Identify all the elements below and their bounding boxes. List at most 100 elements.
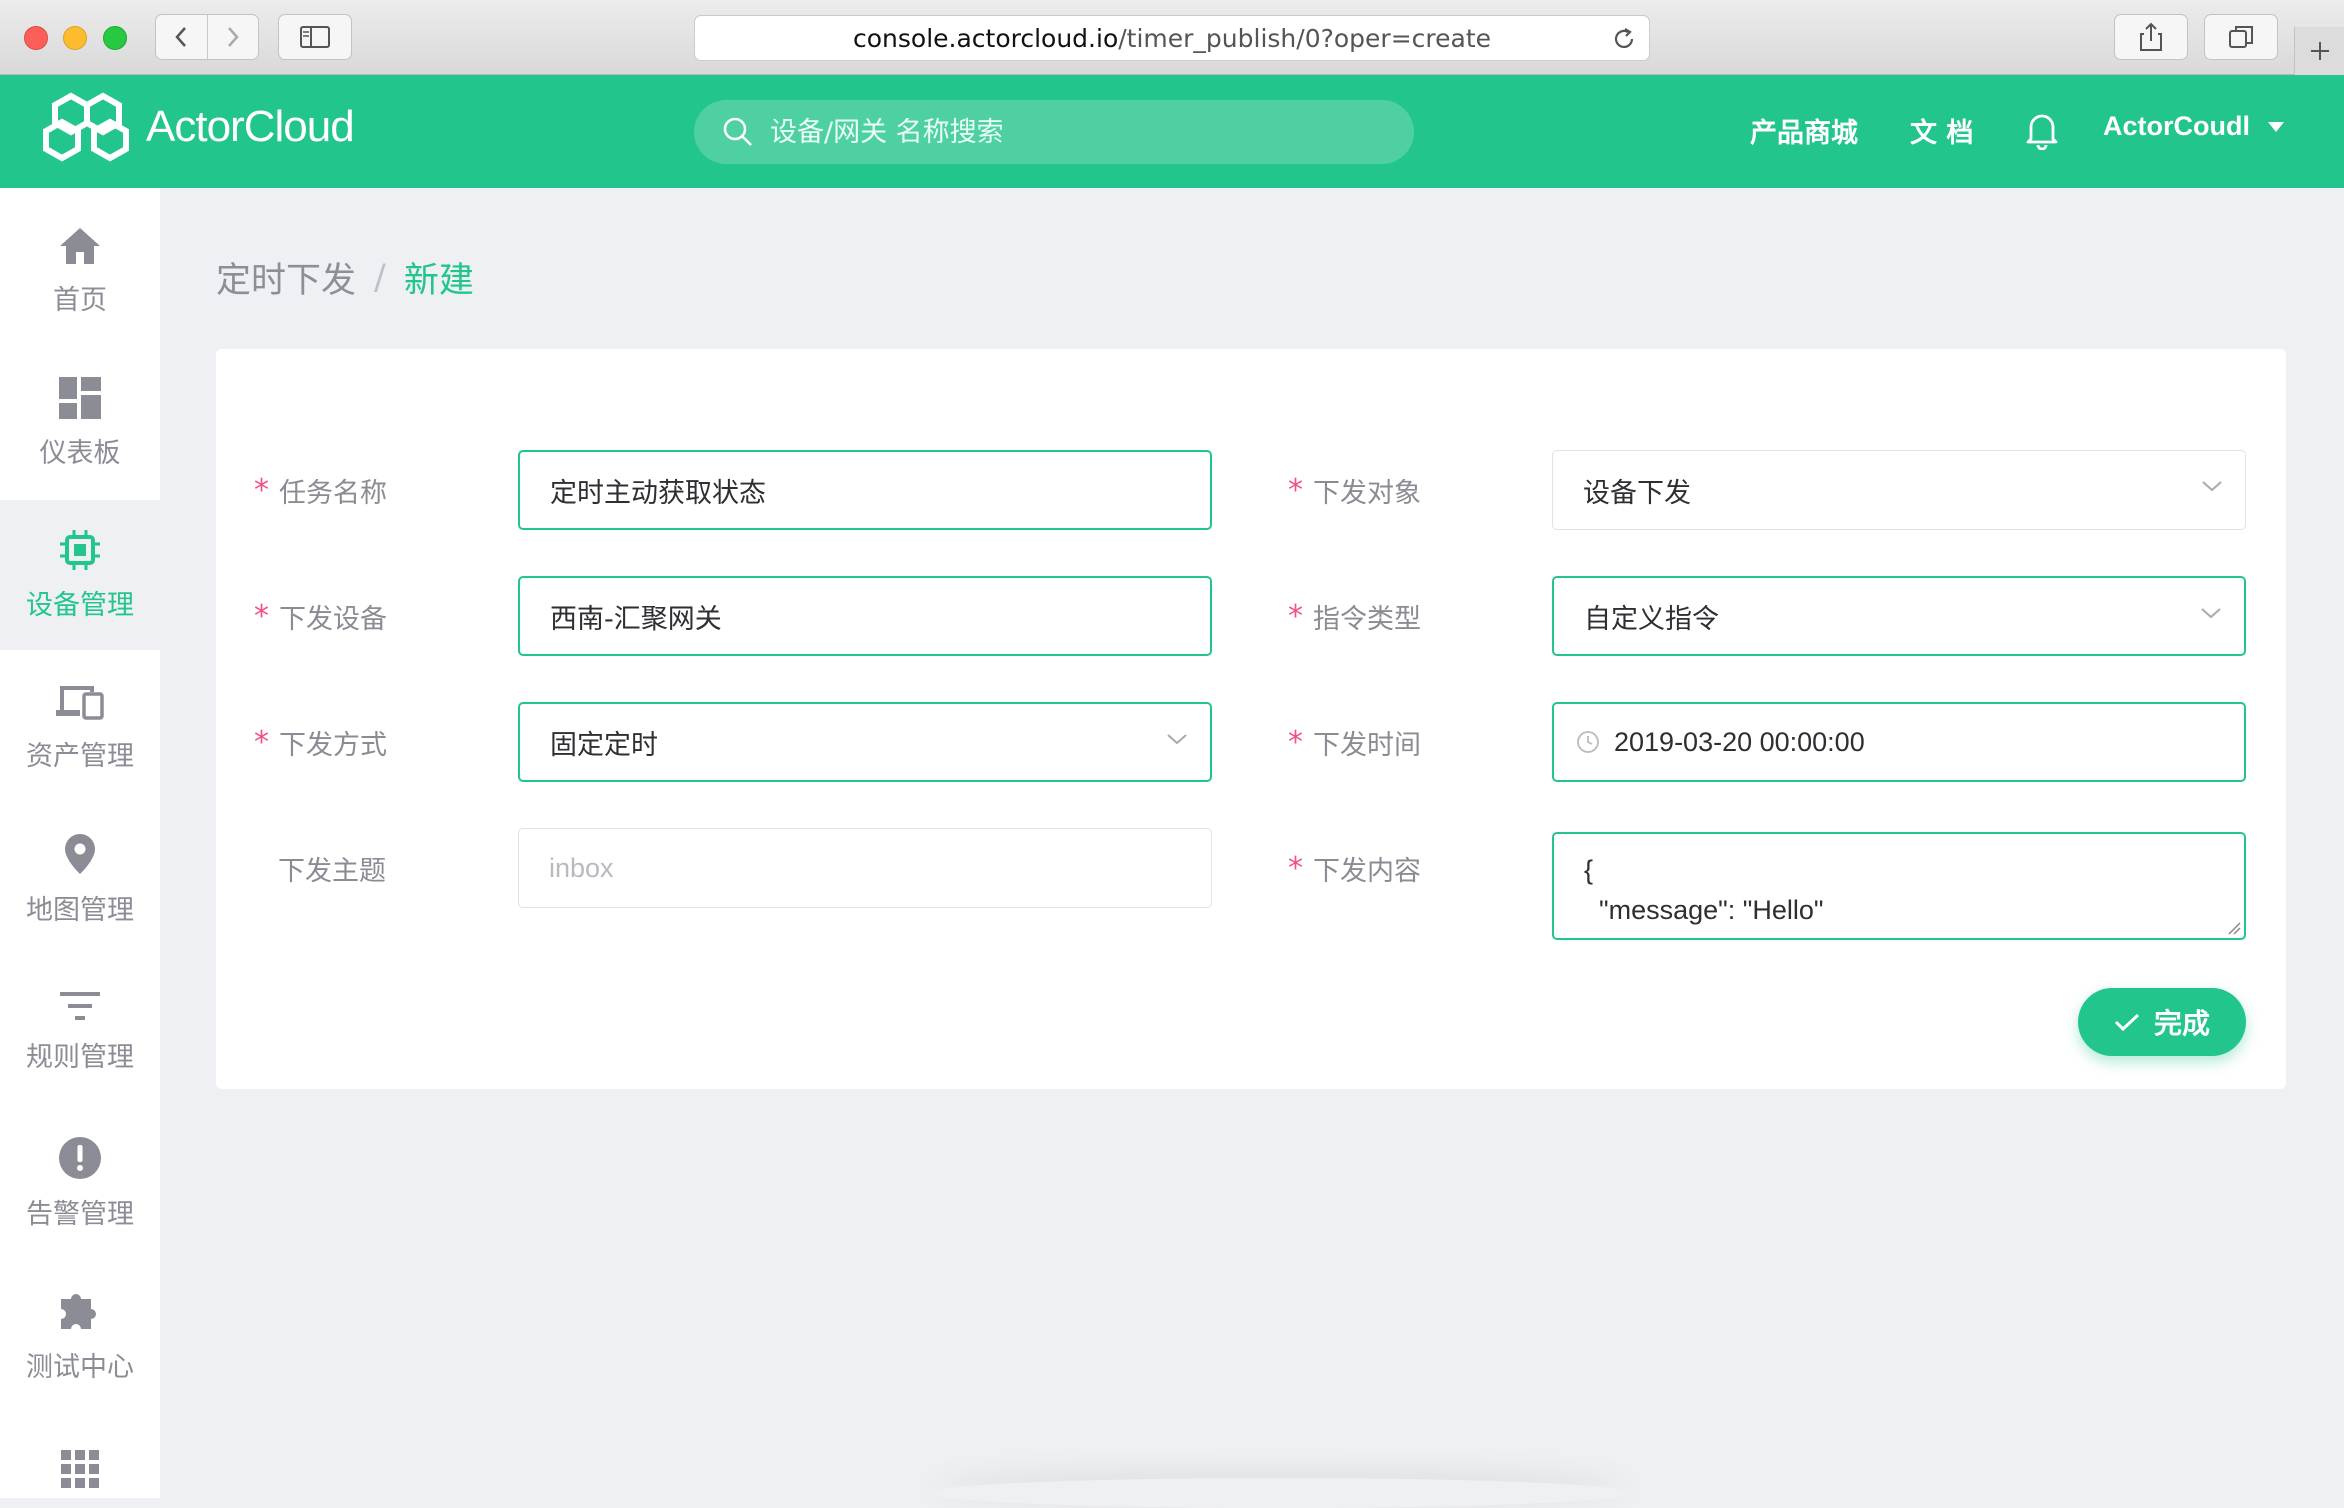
required-mark: *: [254, 598, 269, 634]
resize-handle-icon[interactable]: [2227, 921, 2241, 935]
sidebar-item-label: 规则管理: [26, 1041, 134, 1073]
device-label: * 下发设备: [254, 598, 387, 635]
sidebar-item-map-management[interactable]: 地图管理: [0, 804, 160, 954]
chip-icon: [60, 529, 100, 570]
filter-icon: [60, 991, 100, 1020]
chevron-down-icon: [2202, 481, 2222, 492]
command-type-label: * 指令类型: [1288, 598, 1421, 635]
sidebar-item-label: 地图管理: [26, 894, 134, 926]
tabs-icon: [2229, 26, 2253, 48]
logo-hexagons-icon: [43, 92, 129, 162]
sidebar-item-test-center[interactable]: 测试中心: [0, 1260, 160, 1410]
sidebar-item-home[interactable]: 首页: [0, 196, 160, 346]
breadcrumb: 定时下发 / 新建: [216, 252, 474, 303]
apps-grid-icon: [61, 1450, 99, 1488]
docs-link[interactable]: 文 档: [1910, 111, 1973, 150]
search-input[interactable]: [770, 116, 1370, 148]
required-mark: *: [254, 724, 269, 760]
task-name-label: * 任务名称: [254, 472, 387, 509]
topic-input[interactable]: [549, 852, 1211, 884]
url-host: console.actorcloud.io: [852, 23, 1119, 53]
chevron-left-icon: [175, 27, 187, 47]
device-value: 西南-汇聚网关: [550, 603, 722, 635]
app-header: ActorCloud 产品商城 文 档 ActorCoudl: [0, 75, 2344, 188]
show-tabs-button[interactable]: [2204, 14, 2278, 60]
topic-field[interactable]: [518, 828, 1212, 908]
share-button[interactable]: [2114, 14, 2188, 60]
command-type-value: 自定义指令: [1584, 603, 1719, 635]
back-button[interactable]: [156, 15, 207, 59]
target-value: 设备下发: [1583, 477, 1691, 509]
sidebar-item-rule-management[interactable]: 规则管理: [0, 956, 160, 1106]
command-type-select[interactable]: 自定义指令: [1552, 576, 2246, 656]
zoom-window-button[interactable]: [103, 26, 127, 50]
browser-toolbar: console.actorcloud.io/timer_publish/0?op…: [0, 0, 2344, 75]
breadcrumb-current: 新建: [403, 261, 474, 301]
bell-icon[interactable]: [2024, 110, 2060, 150]
new-tab-button[interactable]: [2294, 27, 2344, 75]
publish-mode-label: * 下发方式: [254, 724, 387, 761]
chevron-down-icon: [1167, 734, 1187, 745]
sidebar-item-label: 设备管理: [26, 589, 134, 621]
content-value: { "message": "Hello": [1584, 855, 1824, 925]
required-mark: *: [1288, 472, 1303, 508]
content-textarea[interactable]: { "message": "Hello": [1552, 832, 2246, 940]
logo[interactable]: ActorCloud: [38, 92, 355, 162]
chevron-right-icon: [227, 27, 239, 47]
history-nav: [155, 14, 259, 60]
sidebar-toggle-button[interactable]: [278, 14, 352, 60]
task-name-field[interactable]: 定时主动获取状态: [518, 450, 1212, 530]
check-icon: [2114, 1013, 2140, 1032]
plus-icon: [2310, 42, 2329, 60]
breadcrumb-timer-publish[interactable]: 定时下发: [216, 252, 356, 303]
close-window-button[interactable]: [24, 26, 48, 50]
chevron-down-icon: [2201, 608, 2221, 619]
required-mark: *: [1288, 598, 1303, 634]
required-mark: *: [1288, 724, 1303, 760]
home-icon: [60, 227, 100, 264]
sidebar-item-asset-management[interactable]: 资产管理: [0, 652, 160, 802]
address-bar[interactable]: console.actorcloud.io/timer_publish/0?op…: [694, 15, 1650, 61]
sidebar-item-more[interactable]: [0, 1412, 160, 1502]
share-icon: [2140, 22, 2162, 51]
sidebar-item-label: 资产管理: [26, 740, 134, 772]
user-menu[interactable]: ActorCoudl: [2103, 111, 2284, 142]
puzzle-icon: [61, 1293, 96, 1329]
topic-label: 下发主题: [278, 855, 386, 887]
sidebar-item-alert-management[interactable]: 告警管理: [0, 1108, 160, 1258]
publish-time-picker[interactable]: 2019-03-20 00:00:00: [1552, 702, 2246, 782]
dashboard-icon: [59, 376, 101, 419]
done-button[interactable]: 完成: [2078, 988, 2246, 1056]
sidebar-item-label: 告警管理: [26, 1198, 134, 1230]
device-field[interactable]: 西南-汇聚网关: [518, 576, 1212, 656]
publish-time-label: * 下发时间: [1288, 724, 1421, 761]
sidebar-item-label: 首页: [53, 284, 107, 316]
sidebar-item-device-management[interactable]: 设备管理: [0, 500, 160, 650]
publish-time-value: 2019-03-20 00:00:00: [1614, 726, 1865, 757]
forward-button[interactable]: [206, 15, 259, 59]
product-store-link[interactable]: 产品商城: [1750, 111, 1858, 150]
url-path: /timer_publish/0?oper=create: [1118, 23, 1492, 53]
global-search[interactable]: [694, 100, 1414, 164]
clock-icon: [1577, 731, 1599, 753]
search-icon: [723, 117, 752, 146]
publish-mode-select[interactable]: 固定定时: [518, 702, 1212, 782]
done-button-label: 完成: [2153, 1007, 2210, 1040]
devices-icon: [56, 685, 104, 720]
required-mark: *: [1288, 850, 1303, 886]
content-label: * 下发内容: [1288, 850, 1421, 887]
caret-down-icon: [2267, 121, 2284, 132]
logo-text: ActorCloud: [146, 102, 355, 151]
required-mark: *: [254, 472, 269, 508]
task-name-value: 定时主动获取状态: [550, 477, 766, 509]
reload-icon[interactable]: [1611, 26, 1637, 52]
sidebar-icon: [300, 26, 330, 48]
sidebar-item-dashboard[interactable]: 仪表板: [0, 348, 160, 498]
map-pin-icon: [65, 833, 95, 874]
minimize-window-button[interactable]: [63, 26, 87, 50]
bottom-shadow: [930, 1478, 1630, 1508]
breadcrumb-separator: /: [374, 257, 386, 298]
sidebar-item-label: 测试中心: [26, 1351, 134, 1383]
publish-mode-value: 固定定时: [550, 729, 658, 761]
target-select[interactable]: 设备下发: [1552, 450, 2246, 530]
